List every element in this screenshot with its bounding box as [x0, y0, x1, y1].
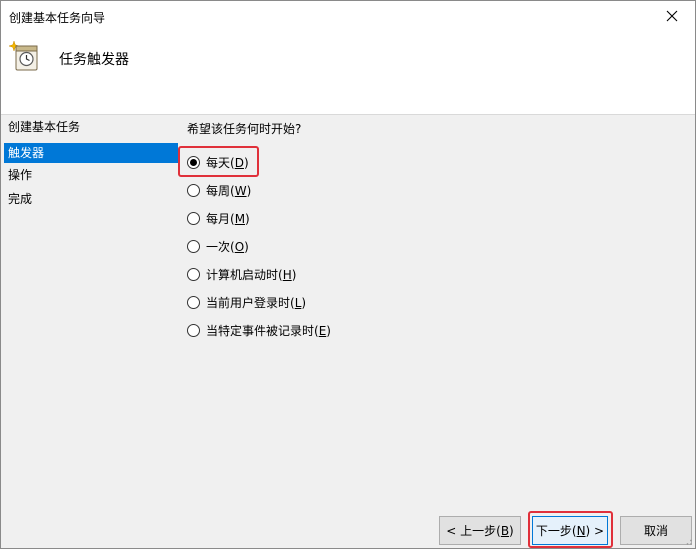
option-startup-label: 计算机启动时(H): [206, 267, 297, 282]
title-bar: 创建基本任务向导: [1, 1, 695, 31]
option-daily[interactable]: 每天(D): [178, 146, 687, 177]
option-event-label: 当特定事件被记录时(E): [206, 323, 331, 338]
option-event[interactable]: 当特定事件被记录时(E): [187, 316, 687, 344]
trigger-question: 希望该任务何时开始?: [187, 122, 302, 136]
resize-grip-icon[interactable]: [683, 536, 693, 546]
radio-weekly[interactable]: [187, 183, 200, 197]
task-scheduler-icon: [8, 40, 38, 71]
wizard-steps: 创建基本任务 触发器 操作 完成: [4, 117, 178, 213]
option-once[interactable]: 一次(O): [187, 232, 687, 260]
option-weekly[interactable]: 每周(W): [187, 176, 687, 204]
option-once-label: 一次(O): [206, 239, 249, 254]
radio-once[interactable]: [187, 239, 200, 253]
wizard-window: 创建基本任务向导 任务触发器 创建基本任务 触发器 操作 完成 希望该任务何时开…: [0, 0, 696, 549]
radio-event[interactable]: [187, 323, 200, 337]
step-trigger[interactable]: 触发器: [4, 143, 178, 163]
option-logon[interactable]: 当前用户登录时(L): [187, 288, 687, 316]
radio-logon[interactable]: [187, 295, 200, 309]
option-daily-label: 每天(D): [206, 155, 249, 170]
option-monthly-label: 每月(M): [206, 211, 250, 226]
step-finish[interactable]: 完成: [4, 189, 178, 213]
radio-monthly[interactable]: [187, 211, 200, 225]
step-create-basic-task[interactable]: 创建基本任务: [4, 117, 178, 141]
wizard-header: 任务触发器: [1, 31, 695, 115]
radio-daily[interactable]: [187, 155, 200, 169]
trigger-options: 每天(D) 每周(W) 每月(M) 一次(O) 计算机启动时(H) 当前用户登录…: [178, 146, 687, 344]
close-icon: [666, 10, 678, 22]
window-title: 创建基本任务向导: [9, 11, 106, 25]
option-monthly[interactable]: 每月(M): [187, 204, 687, 232]
close-button[interactable]: [649, 1, 695, 31]
trigger-panel: 希望该任务何时开始? 每天(D) 每周(W) 每月(M) 一次(O) 计算机启动…: [178, 120, 687, 344]
next-button[interactable]: 下一步(N) >: [532, 516, 608, 545]
option-weekly-label: 每周(W): [206, 183, 252, 198]
cancel-button[interactable]: 取消: [620, 516, 692, 545]
page-title: 任务触发器: [59, 52, 129, 68]
step-action[interactable]: 操作: [4, 165, 178, 189]
option-startup[interactable]: 计算机启动时(H): [187, 260, 687, 288]
option-logon-label: 当前用户登录时(L): [206, 295, 307, 310]
back-button[interactable]: < 上一步(B): [439, 516, 521, 545]
radio-startup[interactable]: [187, 267, 200, 281]
